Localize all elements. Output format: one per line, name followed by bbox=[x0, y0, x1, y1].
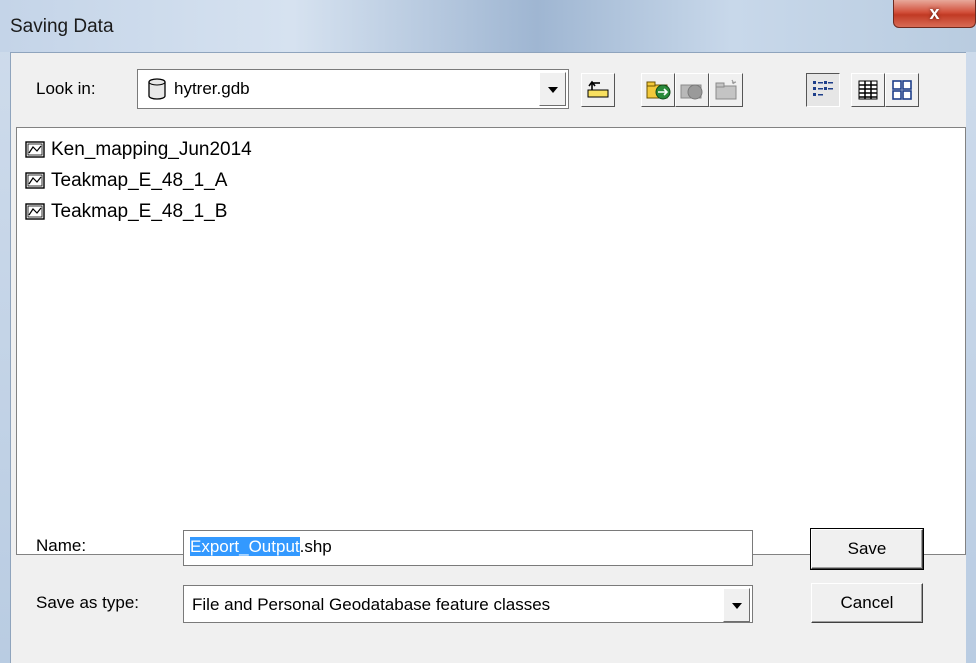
window-title: Saving Data bbox=[10, 16, 114, 37]
file-list[interactable]: Ken_mapping_Jun2014 Teakmap_E_48_1_A Tea… bbox=[16, 127, 966, 555]
new-folder-button bbox=[709, 73, 743, 107]
list-view-icon bbox=[813, 81, 833, 96]
cancel-button[interactable]: Cancel bbox=[811, 583, 923, 623]
name-selected-text: Export_Output bbox=[190, 537, 300, 556]
details-view-button[interactable] bbox=[851, 73, 885, 107]
thumbnails-view-icon bbox=[892, 80, 912, 100]
dialog-window: Saving Data x Look in: hytrer.gdb Ken_ma… bbox=[0, 0, 976, 663]
feature-dataset-icon bbox=[25, 203, 45, 220]
new-folder-icon bbox=[715, 79, 737, 100]
disconnect-folder-button bbox=[675, 73, 709, 107]
look-in-value: hytrer.gdb bbox=[174, 79, 250, 98]
name-label: Name: bbox=[36, 536, 87, 555]
list-view-button[interactable] bbox=[806, 73, 840, 107]
name-input[interactable]: Export_Output.shp bbox=[183, 530, 753, 566]
dialog-body: Look in: hytrer.gdb Ken_mapping_Jun2014 … bbox=[10, 52, 966, 663]
chevron-down-icon[interactable] bbox=[539, 72, 566, 106]
title-bar[interactable]: Saving Data x bbox=[0, 0, 976, 52]
close-button[interactable]: x bbox=[893, 0, 976, 28]
file-name: Ken_mapping_Jun2014 bbox=[51, 139, 252, 160]
up-one-level-button[interactable] bbox=[581, 73, 615, 107]
look-in-dropdown[interactable]: hytrer.gdb bbox=[137, 69, 569, 109]
name-extension-text: .shp bbox=[299, 537, 332, 556]
save-as-type-label: Save as type: bbox=[36, 593, 140, 612]
database-icon bbox=[148, 78, 166, 100]
look-in-label: Look in: bbox=[36, 79, 96, 98]
save-button[interactable]: Save bbox=[810, 528, 924, 570]
folder-up-icon bbox=[587, 80, 609, 98]
save-as-type-dropdown[interactable]: File and Personal Geodatabase feature cl… bbox=[183, 585, 753, 623]
save-as-type-value: File and Personal Geodatabase feature cl… bbox=[192, 595, 551, 614]
thumbnails-view-button[interactable] bbox=[885, 73, 919, 107]
name-input-value: Export_Output.shp bbox=[190, 537, 332, 557]
chevron-down-icon[interactable] bbox=[723, 588, 750, 622]
details-view-icon bbox=[858, 80, 878, 100]
feature-dataset-icon bbox=[25, 172, 45, 189]
connect-folder-button[interactable] bbox=[641, 73, 675, 107]
connect-folder-icon bbox=[646, 81, 671, 100]
feature-dataset-icon bbox=[25, 141, 45, 158]
file-name: Teakmap_E_48_1_B bbox=[51, 201, 228, 222]
file-name: Teakmap_E_48_1_A bbox=[51, 170, 228, 191]
disconnect-folder-icon bbox=[680, 84, 703, 100]
